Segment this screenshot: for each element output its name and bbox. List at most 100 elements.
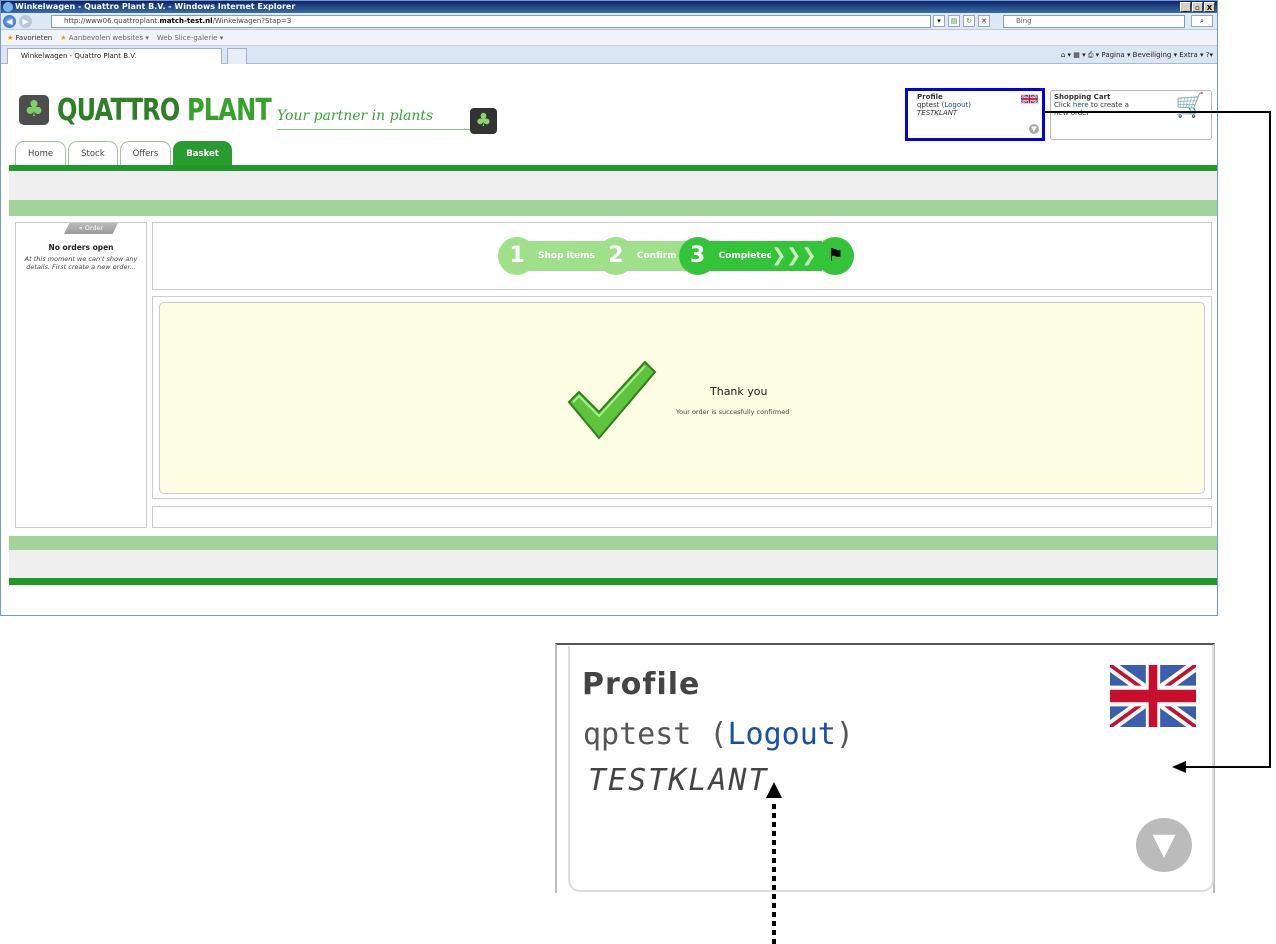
bottom-panel [152, 506, 1212, 528]
confirmation-message: Your order is succesfully confirmed [676, 408, 790, 416]
step-1-number: 1 [498, 237, 536, 275]
thank-you-title: Thank you [710, 385, 768, 398]
footer-green-band [9, 536, 1217, 550]
tagline-underline [277, 129, 477, 130]
window-title: Winkelwagen - Quattro Plant B.V. - Windo… [15, 2, 296, 11]
window-controls: _ ▫ X [1180, 2, 1215, 12]
url-path: /Winkelwagen?Stap=3 [212, 17, 292, 25]
add-favorite-icon: ★ [60, 34, 67, 42]
grey-band [9, 172, 1217, 200]
main-nav: Home Stock Offers Basket [15, 141, 232, 165]
stop-icon[interactable]: ✕ [978, 15, 990, 27]
step-3-number: 3 [678, 237, 717, 275]
no-orders-heading: No orders open [48, 243, 114, 252]
favorites-bar: ★ Favorieten ★ Aanbevolen websites ▾ Web… [1, 30, 1217, 46]
browser-tab[interactable]: Winkelwagen - Quattro Plant B.V. [7, 48, 222, 64]
logo-word-1: QUATTRO [57, 92, 180, 128]
cart-text-post: to create a [1088, 101, 1129, 109]
new-tab-button[interactable] [227, 48, 247, 64]
cart-text-pre: Click [1054, 101, 1073, 109]
chevron-down-icon[interactable]: ▼ [1029, 124, 1039, 134]
tagline: Your partner in plants [277, 108, 434, 124]
compat-icon[interactable]: ▤ [948, 15, 960, 27]
zoom-paren-close: ) [835, 717, 854, 752]
tab-home[interactable]: Home [15, 141, 67, 165]
title-bar: Winkelwagen - Quattro Plant B.V. - Windo… [1, 1, 1217, 13]
tab-title: Winkelwagen - Quattro Plant B.V. [21, 52, 137, 60]
ie-icon [3, 2, 13, 12]
address-bar[interactable]: http://www06.quattroplant.match-test.nl/… [51, 15, 931, 28]
chevrons-icon: ❯❯❯ [771, 241, 823, 271]
help-icon[interactable]: ?▾ [1206, 51, 1213, 59]
step-2-number: 2 [596, 237, 635, 275]
confirmation-panel: Thank you Your order is succesfully conf… [152, 296, 1212, 499]
profile-user: qptest [917, 101, 940, 109]
maximize-button[interactable]: ▫ [1192, 2, 1203, 12]
logo-word-2: PLANT [187, 92, 272, 128]
zoom-uk-flag-icon[interactable] [1110, 665, 1196, 727]
tab-basket[interactable]: Basket [173, 141, 232, 165]
footer-grey-band [9, 550, 1217, 578]
order-tab-label: Order [84, 224, 104, 232]
tab-stock[interactable]: Stock [68, 141, 118, 165]
search-input[interactable]: Bing [1003, 15, 1185, 28]
order-tab[interactable]: « Order [64, 223, 118, 234]
favorites-label: Favorieten [15, 34, 53, 42]
command-bar[interactable]: ⌂ ▾ ▦ ▾ ⎙ ▾ Pagina ▾ Beveiliging ▾ Extra… [1061, 49, 1213, 61]
checkmark-icon [567, 360, 657, 440]
checkout-steps-panel: 1 Shop items 2 Confirm 3 Completed ❯❯❯ ⚑ [152, 222, 1212, 290]
footer-divider [9, 578, 1217, 585]
zoom-profile-user-line: qptest (Logout) [583, 717, 854, 752]
profile-title: Profile [917, 93, 943, 101]
zoom-profile-title: Profile [582, 667, 701, 702]
profile-user-line: qptest (Logout) [917, 101, 1033, 109]
profile-customer: TESTKLANT [917, 109, 958, 117]
minimize-button[interactable]: _ [1180, 2, 1191, 12]
command-menu[interactable]: Pagina ▾ Beveiliging ▾ Extra ▾ [1101, 51, 1203, 59]
profile-box: Profile qptest (Logout) TESTKLANT ▼ [905, 88, 1045, 141]
paren-close: ) [968, 101, 972, 109]
tab-row: Winkelwagen - Quattro Plant B.V. ⌂ ▾ ▦ ▾… [1, 46, 1217, 64]
feeds-icon[interactable]: ▦ ▾ [1073, 51, 1085, 59]
zoom-chevron-down-icon[interactable]: ▼ [1136, 818, 1192, 872]
checkout-steps: 1 Shop items 2 Confirm 3 Completed ❯❯❯ ⚑ [498, 236, 855, 276]
zoom-paren-open: ( [691, 717, 728, 752]
back-icon[interactable]: ◀ [3, 15, 16, 28]
close-button[interactable]: X [1204, 2, 1215, 12]
clover-icon: ♣ [470, 108, 497, 134]
thank-you-box: Thank you Your order is succesfully conf… [159, 302, 1205, 494]
uk-flag-icon[interactable] [1021, 93, 1038, 105]
zoom-profile-user: qptest [583, 717, 692, 752]
forward-icon[interactable]: ▶ [19, 15, 32, 28]
address-row: ◀ ▶ http://www06.quattroplant.match-test… [1, 13, 1217, 30]
green-band [9, 200, 1217, 216]
url-domain: match-test.nl [159, 17, 213, 25]
zoom-logout-link[interactable]: Logout [728, 717, 836, 752]
page-content: ♣ QUATTRO PLANT Your partner in plants ♣… [1, 64, 1217, 615]
url-prefix: http://www06.quattroplant. [64, 17, 160, 25]
search-placeholder: Bing [1016, 17, 1032, 25]
browser-window: Winkelwagen - Quattro Plant B.V. - Windo… [0, 0, 1218, 616]
shopping-cart-box: Shopping Cart Click here to create a new… [1050, 90, 1212, 140]
search-icon[interactable]: ⌕ [1191, 15, 1213, 27]
fav-item-suggested[interactable]: ★ Aanbevolen websites ▾ [60, 30, 149, 45]
favorites-button[interactable]: ★ Favorieten [7, 30, 52, 45]
create-order-link[interactable]: here [1073, 101, 1089, 109]
logo-text: QUATTRO PLANT [57, 92, 272, 128]
fav-item-webslice[interactable]: Web Slice-galerie ▾ [157, 30, 223, 45]
refresh-icon[interactable]: ↻ [963, 15, 975, 27]
checkered-flag-icon: ⚑ [816, 237, 855, 275]
header-divider [9, 165, 1217, 171]
logout-link[interactable]: Logout [944, 101, 968, 109]
dropdown-icon[interactable]: ▾ [933, 15, 945, 27]
tab-offers[interactable]: Offers [119, 141, 172, 165]
print-icon[interactable]: ⎙ ▾ [1088, 51, 1099, 59]
shopping-cart-icon[interactable]: 🛒 [1175, 93, 1205, 117]
fav-item-label: Aanbevolen websites ▾ [68, 34, 149, 42]
order-sidebar: « Order No orders open At this moment we… [15, 222, 147, 528]
clover-icon: ♣ [19, 95, 49, 125]
no-orders-text: At this moment we can't show any details… [24, 255, 138, 271]
star-icon: ★ [7, 34, 14, 42]
zoom-profile-customer: TESTKLANT [588, 763, 769, 798]
home-icon[interactable]: ⌂ ▾ [1061, 51, 1071, 59]
